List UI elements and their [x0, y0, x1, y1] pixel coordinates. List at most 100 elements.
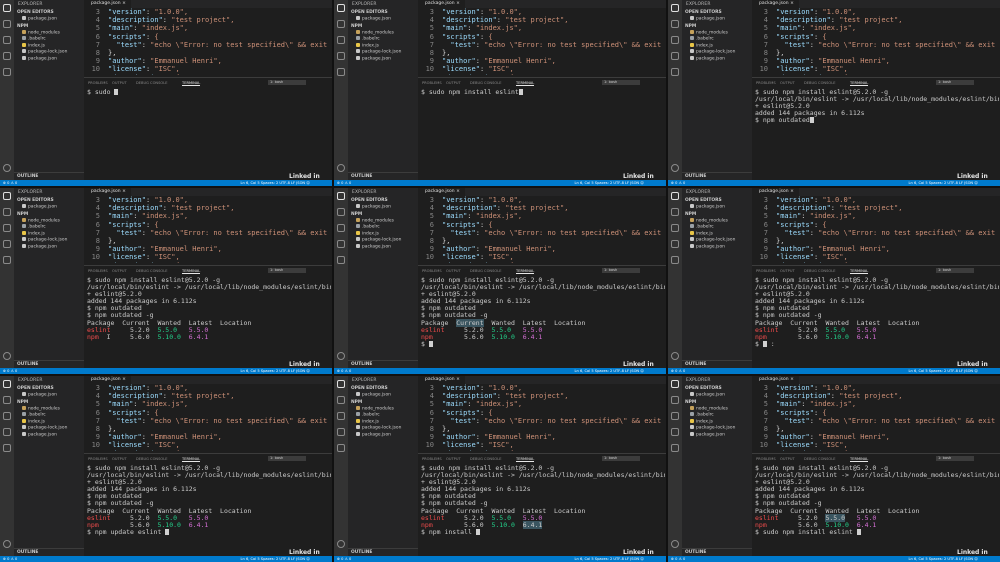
tab-terminal[interactable]: TERMINAL [850, 457, 869, 462]
extensions-icon[interactable] [671, 444, 679, 452]
search-icon[interactable] [671, 396, 679, 404]
search-icon[interactable] [3, 208, 11, 216]
status-info[interactable]: Ln 6, Col 5 Spaces: 2 UTF-8 LF JSON ☺ [909, 180, 978, 186]
debug-icon[interactable] [671, 428, 679, 436]
tab-output[interactable]: OUTPUT [780, 269, 795, 273]
source-control-icon[interactable] [337, 224, 345, 232]
tab-debug-console[interactable]: DEBUG CONSOLE [804, 269, 835, 273]
gear-icon[interactable] [3, 352, 11, 360]
status-info[interactable]: Ln 6, Col 5 Spaces: 2 UTF-8 LF JSON ☺ [575, 368, 644, 374]
status-problems[interactable]: ⊗ 0 ⚠ 0 [3, 180, 17, 186]
gear-icon[interactable] [671, 164, 679, 172]
terminal-select[interactable]: 1: bash [268, 456, 306, 461]
outline-section[interactable]: OUTLINE [682, 360, 752, 368]
tab-output[interactable]: OUTPUT [446, 269, 461, 273]
file-tree-item[interactable]: package.json [682, 243, 752, 251]
extensions-icon[interactable] [337, 256, 345, 264]
project-folder[interactable]: NPM [348, 399, 418, 406]
extensions-icon[interactable] [3, 444, 11, 452]
terminal-output[interactable]: $ sudo npm install eslint@5.2.0 -g/usr/l… [87, 277, 331, 363]
terminal-select[interactable]: 1: bash [936, 80, 974, 85]
open-editors-section[interactable]: OPEN EDITORS [348, 9, 418, 16]
status-problems[interactable]: ⊗ 0 ⚠ 0 [337, 180, 351, 186]
file-tree-item[interactable]: package.json [348, 243, 418, 251]
tab-debug-console[interactable]: DEBUG CONSOLE [804, 457, 835, 461]
project-folder[interactable]: NPM [682, 399, 752, 406]
close-icon[interactable]: × [789, 377, 794, 382]
tab-debug-console[interactable]: DEBUG CONSOLE [136, 81, 167, 85]
tab-terminal[interactable]: TERMINAL [182, 81, 201, 86]
gear-icon[interactable] [671, 540, 679, 548]
debug-icon[interactable] [3, 240, 11, 248]
terminal-output[interactable]: $ sudo npm install eslint@5.2.0 -g/usr/l… [755, 89, 999, 175]
editor-tab-package-json[interactable]: package.json × [84, 188, 131, 196]
terminal-select[interactable]: 1: bash [602, 268, 640, 273]
tab-problems[interactable]: PROBLEMS [756, 457, 776, 461]
source-control-icon[interactable] [3, 412, 11, 420]
files-icon[interactable] [337, 4, 345, 12]
close-icon[interactable]: × [789, 1, 794, 6]
tab-output[interactable]: OUTPUT [780, 81, 795, 85]
debug-icon[interactable] [337, 240, 345, 248]
files-icon[interactable] [671, 380, 679, 388]
gear-icon[interactable] [337, 540, 345, 548]
open-editors-section[interactable]: OPEN EDITORS [14, 197, 84, 204]
tab-terminal[interactable]: TERMINAL [516, 269, 535, 274]
open-editors-section[interactable]: OPEN EDITORS [14, 9, 84, 16]
search-icon[interactable] [337, 20, 345, 28]
file-tree-item[interactable]: package.json [14, 243, 84, 251]
terminal-select[interactable]: 1: bash [268, 80, 306, 85]
files-icon[interactable] [3, 380, 11, 388]
terminal-output[interactable]: $ sudo npm install eslint@5.2.0 -g/usr/l… [755, 277, 999, 363]
editor-tab-package-json[interactable]: package.json × [84, 0, 131, 8]
tab-terminal[interactable]: TERMINAL [516, 81, 535, 86]
search-icon[interactable] [671, 20, 679, 28]
debug-icon[interactable] [337, 428, 345, 436]
close-icon[interactable]: × [455, 377, 460, 382]
tab-terminal[interactable]: TERMINAL [182, 457, 201, 462]
source-control-icon[interactable] [337, 36, 345, 44]
code-editor[interactable]: 3 "version": "1.0.0", 4 "description": "tes… [84, 384, 332, 451]
tab-problems[interactable]: PROBLEMS [756, 269, 776, 273]
close-icon[interactable]: × [121, 377, 126, 382]
gear-icon[interactable] [3, 540, 11, 548]
status-problems[interactable]: ⊗ 0 ⚠ 0 [671, 368, 685, 374]
search-icon[interactable] [3, 20, 11, 28]
status-info[interactable]: Ln 6, Col 5 Spaces: 2 UTF-8 LF JSON ☺ [575, 180, 644, 186]
outline-section[interactable]: OUTLINE [682, 172, 752, 180]
editor-tab-package-json[interactable]: package.json × [418, 376, 465, 384]
extensions-icon[interactable] [671, 256, 679, 264]
extensions-icon[interactable] [3, 68, 11, 76]
status-problems[interactable]: ⊗ 0 ⚠ 0 [671, 180, 685, 186]
status-problems[interactable]: ⊗ 0 ⚠ 0 [3, 368, 17, 374]
open-editors-section[interactable]: OPEN EDITORS [682, 9, 752, 16]
tab-problems[interactable]: PROBLEMS [422, 269, 442, 273]
status-info[interactable]: Ln 6, Col 5 Spaces: 2 UTF-8 LF JSON ☺ [909, 368, 978, 374]
file-tree-item[interactable]: package.json [348, 431, 418, 439]
code-editor[interactable]: 3 "version": "1.0.0", 4 "description": "tes… [752, 196, 1000, 263]
source-control-icon[interactable] [3, 36, 11, 44]
status-info[interactable]: Ln 6, Col 5 Spaces: 2 UTF-8 LF JSON ☺ [241, 180, 310, 186]
status-problems[interactable]: ⊗ 0 ⚠ 0 [3, 556, 17, 562]
code-editor[interactable]: 3 "version": "1.0.0", 4 "description": "tes… [418, 384, 666, 451]
tab-problems[interactable]: PROBLEMS [88, 81, 108, 85]
terminal-select[interactable]: 1: bash [936, 268, 974, 273]
gear-icon[interactable] [337, 164, 345, 172]
outline-section[interactable]: OUTLINE [348, 172, 418, 180]
tab-problems[interactable]: PROBLEMS [88, 457, 108, 461]
project-folder[interactable]: NPM [14, 23, 84, 30]
code-editor[interactable]: 3 "version": "1.0.0", 4 "description": "tes… [418, 8, 666, 75]
outline-section[interactable]: OUTLINE [14, 548, 84, 556]
outline-section[interactable]: OUTLINE [348, 548, 418, 556]
outline-section[interactable]: OUTLINE [348, 360, 418, 368]
close-icon[interactable]: × [121, 1, 126, 6]
terminal-select[interactable]: 1: bash [602, 80, 640, 85]
files-icon[interactable] [337, 380, 345, 388]
search-icon[interactable] [337, 208, 345, 216]
tab-debug-console[interactable]: DEBUG CONSOLE [470, 269, 501, 273]
files-icon[interactable] [671, 192, 679, 200]
tab-output[interactable]: OUTPUT [446, 457, 461, 461]
gear-icon[interactable] [671, 352, 679, 360]
source-control-icon[interactable] [671, 36, 679, 44]
tab-output[interactable]: OUTPUT [446, 81, 461, 85]
